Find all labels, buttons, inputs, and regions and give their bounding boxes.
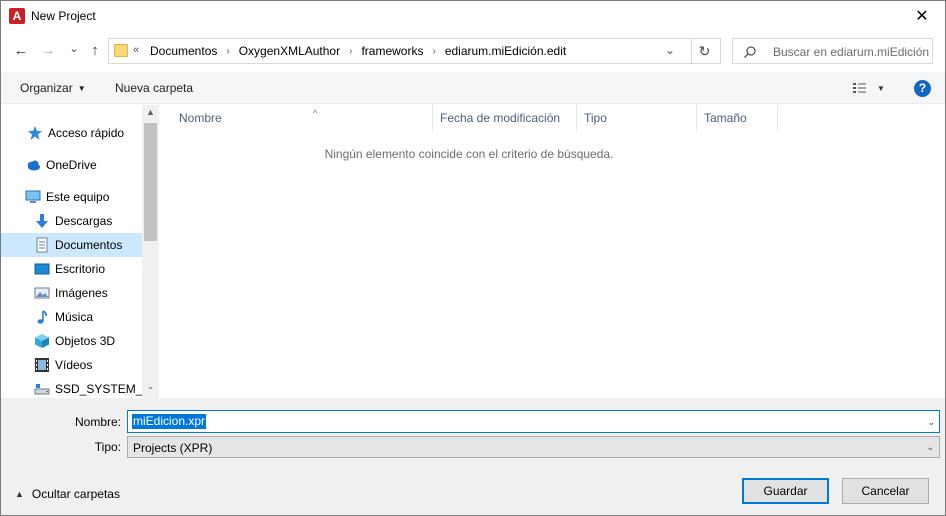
hide-folders-label: Ocultar carpetas [31, 487, 120, 501]
back-button[interactable]: ← [12, 42, 30, 60]
sidebar-item-label: Imágenes [55, 286, 108, 300]
computer-icon [25, 190, 41, 203]
sort-ascending-icon: ^ [313, 108, 318, 118]
sidebar-item-label: Música [55, 310, 94, 324]
chevron-down-icon[interactable]: ⌄ [927, 417, 935, 428]
sidebar-item-desktop[interactable]: Escritorio [1, 257, 142, 281]
command-toolbar: Organizar ▼ Nueva carpeta ▼ ? [1, 72, 945, 104]
desktop-icon [34, 263, 50, 275]
sidebar-item-label: Este equipo [46, 190, 110, 204]
file-options-panel: Nombre: miEdicion.xpr ⌄ Tipo: Projects (… [1, 398, 945, 515]
drive-icon [34, 384, 50, 395]
breadcrumb-item[interactable]: ediarum.miEdición.edit [445, 44, 566, 60]
sidebar-item-ssd-system[interactable]: SSD_SYSTEM_10_ [1, 377, 159, 398]
download-icon [36, 214, 48, 228]
column-header-modified[interactable]: Fecha de modificación [434, 105, 577, 131]
sidebar-item-downloads[interactable]: Descargas [1, 209, 142, 233]
file-name-value[interactable]: miEdicion.xpr [132, 414, 207, 429]
organize-menu-button[interactable]: Organizar ▼ [20, 81, 86, 95]
app-logo-icon: A [9, 8, 25, 24]
breadcrumb: Documentos › OxygenXMLAuthor › framework… [150, 44, 566, 60]
file-type-label: Tipo: [94, 440, 121, 454]
chevron-right-icon[interactable]: › [217, 44, 238, 60]
sidebar-item-label: Objetos 3D [55, 334, 116, 348]
sidebar-item-this-pc[interactable]: Este equipo [1, 185, 142, 209]
forward-button[interactable]: → [39, 42, 57, 60]
sidebar-item-label: OneDrive [46, 158, 97, 172]
column-header-label: Nombre [179, 111, 222, 125]
sidebar-item-music[interactable]: Música [1, 305, 142, 329]
sidebar-item-3d-objects[interactable]: Objetos 3D [1, 329, 142, 353]
breadcrumb-item[interactable]: frameworks [361, 44, 423, 60]
picture-icon [34, 287, 50, 299]
cancel-button[interactable]: Cancelar [842, 478, 929, 504]
sidebar-item-pictures[interactable]: Imágenes [1, 281, 142, 305]
search-icon [744, 46, 756, 58]
search-box[interactable]: Buscar en ediarum.miEdición.edit [732, 38, 933, 64]
up-folder-button[interactable]: ↑ [86, 42, 104, 60]
document-icon [36, 237, 48, 253]
file-type-value: Projects (XPR) [133, 441, 213, 455]
sidebar-item-label: Escritorio [55, 262, 106, 276]
column-header-size[interactable]: Tamaño [698, 105, 778, 131]
organize-label: Organizar [20, 81, 73, 95]
cloud-icon [27, 160, 40, 171]
chevron-down-icon[interactable]: ⌄ [926, 442, 934, 453]
empty-message: Ningún elemento coincide con el criterio… [324, 147, 614, 161]
view-options-icon[interactable] [853, 82, 871, 96]
scroll-down-icon[interactable]: ⌄ [142, 381, 159, 392]
window-title: New Project [31, 9, 96, 23]
navigation-bar: ← → ⌄ ↑ « Documentos › OxygenXMLAuthor ›… [1, 32, 945, 72]
file-name-label: Nombre: [74, 415, 121, 429]
breadcrumb-item[interactable]: OxygenXMLAuthor [239, 44, 340, 60]
navigation-pane: Acceso rápido OneDrive Este equipo Desca… [1, 105, 159, 398]
star-icon [28, 126, 42, 140]
save-button[interactable]: Guardar [742, 478, 829, 504]
refresh-button[interactable]: ↻ [691, 38, 717, 64]
breadcrumb-item[interactable]: Documentos [150, 44, 217, 60]
sidebar-item-documents[interactable]: Documentos [1, 233, 142, 257]
title-bar: A New Project ✕ [1, 1, 945, 32]
sidebar-item-quick-access[interactable]: Acceso rápido [1, 121, 142, 145]
scroll-up-icon[interactable]: ▲ [142, 107, 159, 117]
recent-locations-button[interactable]: ⌄ [65, 40, 83, 58]
new-folder-button[interactable]: Nueva carpeta [115, 81, 193, 95]
save-dialog: A New Project ✕ ← → ⌄ ↑ « Documentos › O… [0, 0, 946, 516]
close-button[interactable]: ✕ [899, 1, 945, 32]
sidebar-item-label: Vídeos [55, 358, 93, 372]
folder-icon [114, 44, 128, 57]
video-icon [35, 358, 49, 372]
sidebar-item-videos[interactable]: Vídeos [1, 353, 142, 377]
file-name-field[interactable]: miEdicion.xpr ⌄ [127, 410, 940, 433]
address-bar[interactable]: « Documentos › OxygenXMLAuthor › framewo… [108, 38, 721, 64]
cube-icon [35, 334, 49, 348]
view-caret-icon[interactable]: ▼ [877, 84, 885, 93]
sidebar-item-label: Documentos [55, 238, 123, 252]
chevron-right-icon[interactable]: › [423, 44, 444, 60]
caret-down-icon: ▼ [77, 84, 86, 94]
file-list: ^ Nombre Fecha de modificación Tipo Tama… [159, 105, 945, 398]
sidebar-item-label: Acceso rápido [48, 126, 125, 140]
sidebar-item-label: Descargas [55, 214, 113, 228]
sidebar-item-onedrive[interactable]: OneDrive [1, 153, 142, 177]
file-type-select[interactable]: Projects (XPR) ⌄ [127, 436, 940, 458]
music-icon [37, 310, 47, 324]
column-header-type[interactable]: Tipo [578, 105, 697, 131]
address-dropdown-icon[interactable]: ⌄ [665, 43, 675, 57]
search-input[interactable]: Buscar en ediarum.miEdición.edit [773, 45, 930, 59]
chevron-up-icon: ▲ [15, 489, 24, 499]
navigation-pane-scrollbar[interactable]: ▲ ⌄ [142, 105, 159, 398]
breadcrumb-overflow[interactable]: « [133, 44, 139, 56]
hide-folders-toggle[interactable]: ▲ Ocultar carpetas [15, 487, 120, 501]
scroll-thumb[interactable] [144, 123, 157, 241]
chevron-right-icon[interactable]: › [340, 44, 361, 60]
help-icon[interactable]: ? [914, 80, 931, 97]
column-header-name[interactable]: ^ Nombre [173, 105, 433, 131]
